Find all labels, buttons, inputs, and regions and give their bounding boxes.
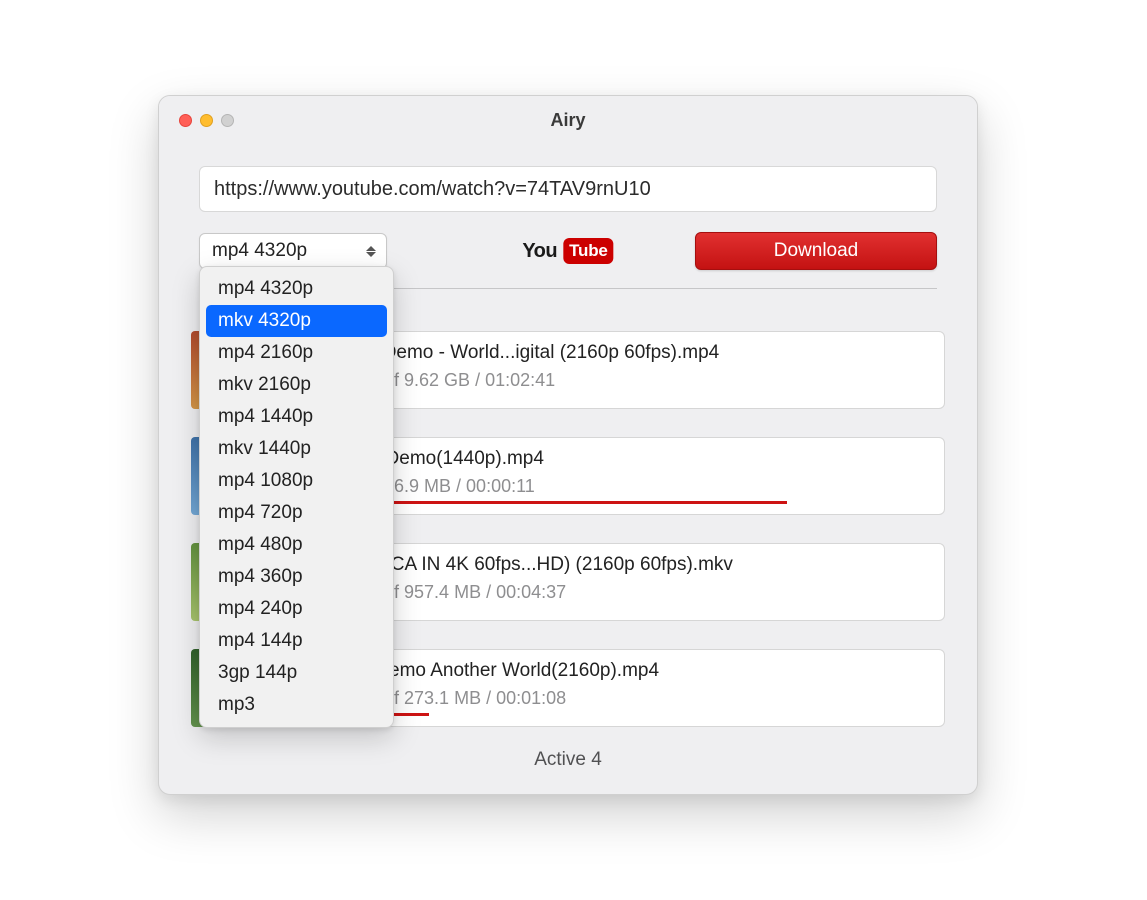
youtube-logo-tube: Tube	[563, 238, 614, 264]
app-window: Airy mp4 4320p You Tube Download	[158, 95, 978, 795]
download-info[interactable]: y 4K Demo Another World(2160p).mp4 .4 MB…	[315, 649, 945, 727]
file-name: rp 4K Demo - World...igital (2160p 60fps…	[332, 342, 928, 364]
format-option[interactable]: mp4 1440p	[206, 401, 387, 433]
download-button[interactable]: Download	[695, 232, 937, 270]
file-name: Video Demo(1440p).mp4	[332, 448, 928, 470]
format-option[interactable]: mp4 144p	[206, 625, 387, 657]
format-option[interactable]: mp4 360p	[206, 561, 387, 593]
file-name: STA RICA IN 4K 60fps...HD) (2160p 60fps)…	[332, 554, 928, 576]
active-count-label: Active 4	[534, 749, 602, 770]
format-option[interactable]: mp4 720p	[206, 497, 387, 529]
download-status: MB of 76.9 MB / 00:00:11	[332, 476, 928, 497]
format-option[interactable]: mkv 4320p	[206, 305, 387, 337]
format-option[interactable]: mp4 2160p	[206, 337, 387, 369]
progress-bar	[316, 713, 944, 716]
title-bar: Airy	[159, 96, 977, 144]
format-select-value: mp4 4320p	[212, 240, 307, 262]
download-info[interactable]: rp 4K Demo - World...igital (2160p 60fps…	[315, 331, 945, 409]
download-info[interactable]: STA RICA IN 4K 60fps...HD) (2160p 60fps)…	[315, 543, 945, 621]
format-option[interactable]: mp3	[206, 689, 387, 721]
file-name: y 4K Demo Another World(2160p).mp4	[332, 660, 928, 682]
download-status: .4 MB of 273.1 MB / 00:01:08	[332, 688, 928, 709]
download-button-label: Download	[774, 240, 859, 262]
progress-bar	[316, 501, 944, 504]
format-option[interactable]: mkv 1440p	[206, 433, 387, 465]
format-option[interactable]: mp4 4320p	[206, 273, 387, 305]
youtube-logo: You Tube	[522, 238, 613, 264]
app-title: Airy	[159, 110, 977, 131]
footer-status: Active 4	[191, 739, 945, 771]
format-dropdown[interactable]: mp4 4320p mkv 4320p mp4 2160p mkv 2160p …	[199, 266, 394, 728]
format-option[interactable]: mkv 2160p	[206, 369, 387, 401]
format-option[interactable]: mp4 480p	[206, 529, 387, 561]
stepper-icon	[366, 246, 376, 257]
url-input[interactable]	[199, 166, 937, 212]
download-status: .5 MB of 9.62 GB / 01:02:41	[332, 370, 928, 391]
format-option[interactable]: 3gp 144p	[206, 657, 387, 689]
youtube-logo-you: You	[522, 240, 557, 263]
download-status: .1 MB of 957.4 MB / 00:04:37	[332, 582, 928, 603]
format-option[interactable]: mp4 240p	[206, 593, 387, 625]
format-option[interactable]: mp4 1080p	[206, 465, 387, 497]
download-info[interactable]: Video Demo(1440p).mp4 MB of 76.9 MB / 00…	[315, 437, 945, 515]
format-select[interactable]: mp4 4320p	[199, 233, 387, 269]
